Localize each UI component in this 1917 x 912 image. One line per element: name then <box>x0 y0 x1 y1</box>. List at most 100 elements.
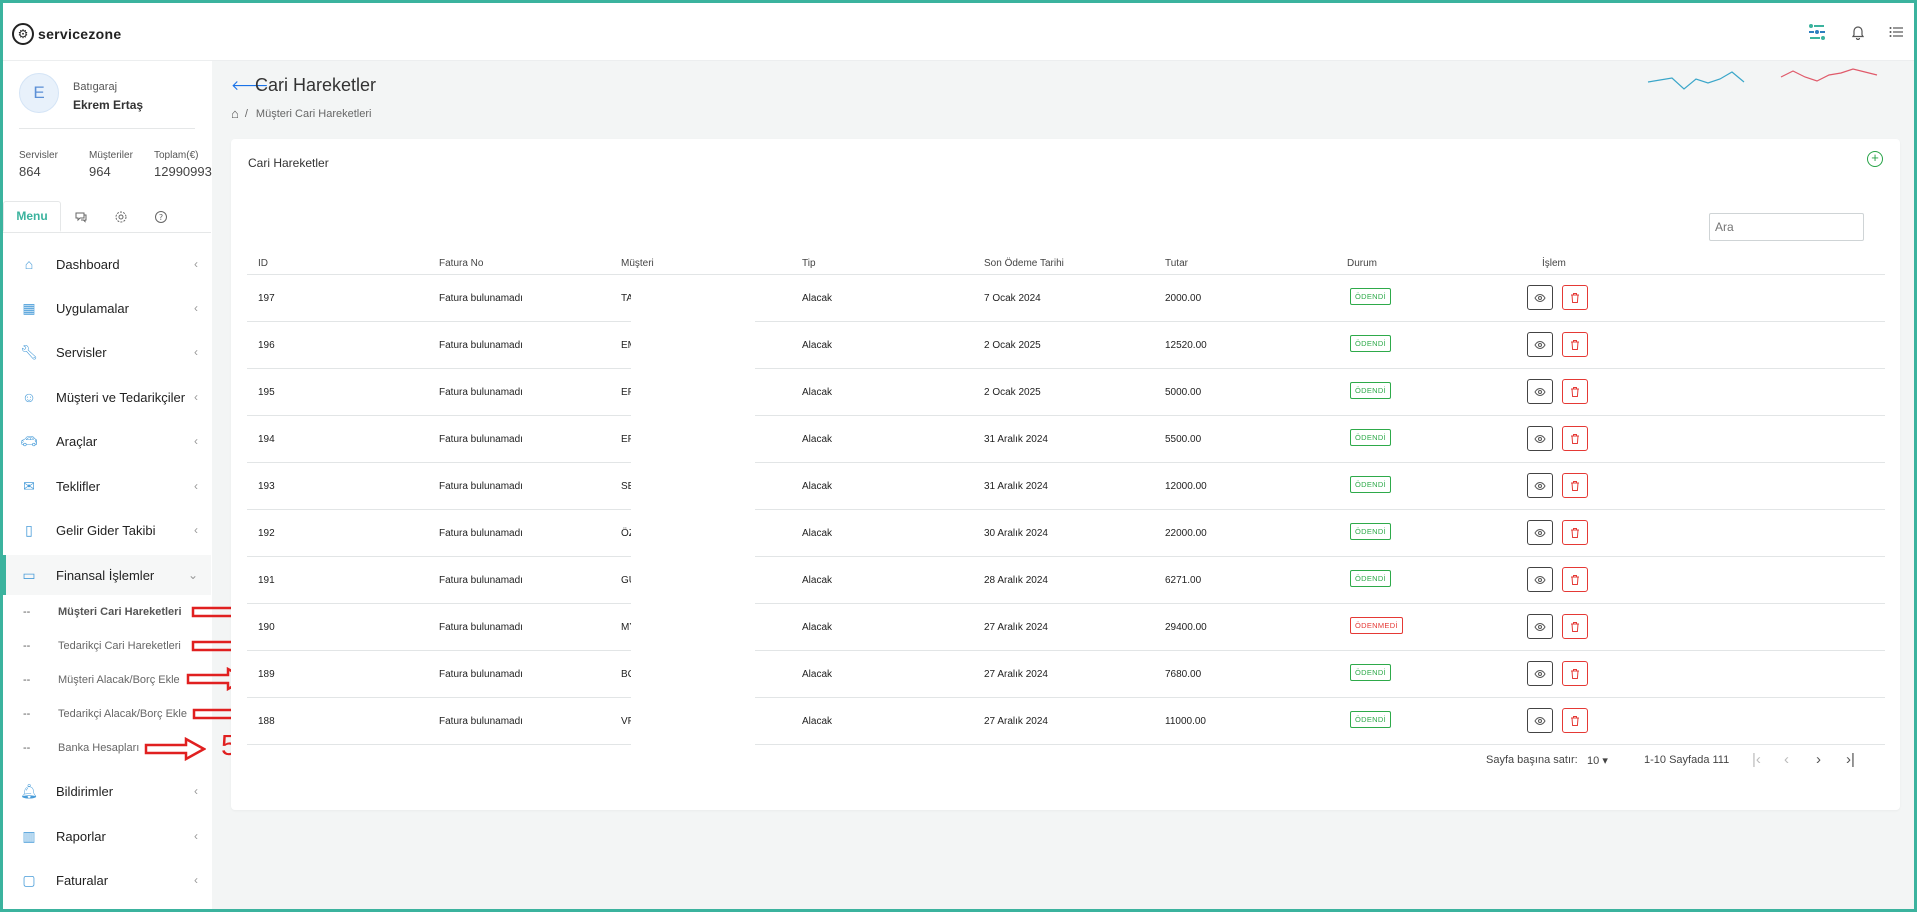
view-button[interactable] <box>1527 332 1553 357</box>
delete-button[interactable] <box>1562 473 1588 498</box>
eye-icon <box>1534 575 1546 584</box>
table-row[interactable]: 188 Fatura bulunamadı VF Alacak 27 Aralık 20… <box>247 698 1885 745</box>
tab-chat[interactable] <box>61 201 101 232</box>
cell-tutar: 5500.00 <box>1165 434 1202 445</box>
view-button[interactable] <box>1527 567 1553 592</box>
sidebar-item-dashboard[interactable]: ⌂ Dashboard ‹ <box>3 244 211 284</box>
view-button[interactable] <box>1527 614 1553 639</box>
status-badge: ÖDENDİ <box>1350 523 1391 540</box>
prev-page-button[interactable]: ‹ <box>1784 751 1789 768</box>
sidebar-subitem-tedarikci-cari[interactable]: -- Tedarikçi Cari Hareketleri <box>3 633 211 659</box>
eye-icon <box>1534 293 1546 302</box>
sidebar-item-musteri-tedarikci[interactable]: ☺ Müşteri ve Tedarikçiler ‹ <box>3 377 211 417</box>
table-row[interactable]: 195 Fatura bulunamadı EF Alacak 2 Ocak 2025 5… <box>247 369 1885 416</box>
avatar[interactable]: E <box>19 73 59 113</box>
view-button[interactable] <box>1527 473 1553 498</box>
header-son-odeme[interactable]: Son Ödeme Tarihi <box>984 258 1064 269</box>
header-musteri[interactable]: Müşteri <box>621 258 654 269</box>
sidebar-item-faturalar[interactable]: ▢ Faturalar ‹ <box>3 860 211 900</box>
logo[interactable]: ⚙ servicezone <box>12 23 121 45</box>
search-input[interactable] <box>1709 213 1864 241</box>
view-button[interactable] <box>1527 708 1553 733</box>
bell-icon[interactable] <box>1850 24 1866 45</box>
status-badge: ÖDENDİ <box>1350 711 1391 728</box>
sub-dash: -- <box>23 674 31 686</box>
sidebar-subitem-musteri-alacak-borc[interactable]: -- Müşteri Alacak/Borç Ekle <box>3 667 211 693</box>
stat-toplam: Toplam(€) 12990993 <box>154 150 212 179</box>
sidebar-subitem-tedarikci-alacak-borc[interactable]: -- Tedarikçi Alacak/Borç Ekle <box>3 701 211 727</box>
sub-dash: -- <box>23 708 31 720</box>
header-tip[interactable]: Tip <box>802 258 816 269</box>
sidebar-item-label: Finansal İşlemler <box>56 567 155 583</box>
last-page-button[interactable]: ›| <box>1846 751 1855 768</box>
rows-per-page-label: Sayfa başına satır: <box>1486 754 1578 766</box>
caret-down-icon: ▾ <box>1602 755 1608 767</box>
sidebar-item-servisler[interactable]: 🔧︎ Servisler ‹ <box>3 332 211 372</box>
view-button[interactable] <box>1527 661 1553 686</box>
cell-fatura-no: Fatura bulunamadı <box>439 340 523 351</box>
sidebar-item-teklifler[interactable]: ✉ Teklifler ‹ <box>3 466 211 506</box>
sidebar-item-bildirimler[interactable]: 🔔︎ Bildirimler ‹ <box>3 771 211 811</box>
cell-tutar: 11000.00 <box>1165 716 1206 727</box>
view-button[interactable] <box>1527 520 1553 545</box>
tab-help[interactable]: ? <box>141 201 181 232</box>
view-button[interactable] <box>1527 426 1553 451</box>
cell-id: 191 <box>258 575 275 586</box>
status-badge: ÖDENDİ <box>1350 664 1391 681</box>
sidebar-item-label: Araçlar <box>56 433 98 449</box>
delete-button[interactable] <box>1562 285 1588 310</box>
eye-icon <box>1534 669 1546 678</box>
first-page-button[interactable]: |‹ <box>1752 751 1761 768</box>
delete-button[interactable] <box>1562 520 1588 545</box>
header-durum[interactable]: Durum <box>1347 258 1377 269</box>
sidebar-item-gelir-gider[interactable]: ▯ Gelir Gider Takibi ‹ <box>3 510 211 550</box>
header-tutar[interactable]: Tutar <box>1165 258 1188 269</box>
mail-icon: ✉ <box>23 477 35 494</box>
list-icon[interactable] <box>1888 24 1904 45</box>
tab-settings[interactable] <box>101 201 141 232</box>
next-page-button[interactable]: › <box>1816 751 1821 768</box>
delete-button[interactable] <box>1562 379 1588 404</box>
delete-button[interactable] <box>1562 614 1588 639</box>
sidebar-item-raporlar[interactable]: ▥ Raporlar ‹ <box>3 816 211 856</box>
delete-button[interactable] <box>1562 567 1588 592</box>
breadcrumb-separator: / <box>244 107 248 120</box>
table-row[interactable]: 193 Fatura bulunamadı SE Alacak 31 Aralık 20… <box>247 463 1885 510</box>
delete-button[interactable] <box>1562 426 1588 451</box>
table-row[interactable]: 190 Fatura bulunamadı MY Alacak 27 Aralık 20… <box>247 604 1885 651</box>
table-row[interactable]: 197 Fatura bulunamadı TA Alacak 7 Ocak 2024 2… <box>247 275 1885 322</box>
svg-text:?: ? <box>159 213 163 222</box>
delete-button[interactable] <box>1562 708 1588 733</box>
cell-id: 197 <box>258 293 275 304</box>
sidebar-item-uygulamalar[interactable]: ▦ Uygulamalar ‹ <box>3 288 211 328</box>
stat-label: Servisler <box>19 150 58 161</box>
header-id[interactable]: ID <box>258 258 268 269</box>
card-title: Cari Hareketler <box>248 156 329 170</box>
view-button[interactable] <box>1527 379 1553 404</box>
sidebar-item-finansal-islemler[interactable]: ▭ Finansal İşlemler ⌄ <box>3 555 211 595</box>
cell-son-odeme: 27 Aralık 2024 <box>984 716 1048 727</box>
apps-icon[interactable] <box>1806 21 1828 48</box>
rows-per-page-select[interactable]: 10 ▾ <box>1587 754 1608 767</box>
header-fatura-no[interactable]: Fatura No <box>439 258 483 269</box>
table-row[interactable]: 189 Fatura bulunamadı BC Alacak 27 Aralık 20… <box>247 651 1885 698</box>
add-button[interactable]: + <box>1867 151 1883 167</box>
cell-son-odeme: 2 Ocak 2025 <box>984 340 1041 351</box>
redaction-cover <box>631 604 755 651</box>
sidebar-item-araclar[interactable]: 🚗︎ Araçlar ‹ <box>3 421 211 461</box>
delete-button[interactable] <box>1562 332 1588 357</box>
sidebar-subitem-musteri-cari[interactable]: -- Müşteri Cari Hareketleri <box>3 599 211 625</box>
cell-tutar: 12520.00 <box>1165 340 1207 351</box>
view-button[interactable] <box>1527 285 1553 310</box>
delete-button[interactable] <box>1562 661 1588 686</box>
gear-icon <box>115 211 127 222</box>
cell-son-odeme: 7 Ocak 2024 <box>984 293 1041 304</box>
table-row[interactable]: 196 Fatura bulunamadı EM Alacak 2 Ocak 2025 1… <box>247 322 1885 369</box>
tab-menu[interactable]: Menu <box>3 201 61 232</box>
cell-id: 196 <box>258 340 275 351</box>
table-row[interactable]: 191 Fatura bulunamadı GÜ Alacak 28 Aralık 20… <box>247 557 1885 604</box>
table-row[interactable]: 194 Fatura bulunamadı EF Alacak 31 Aralık 20… <box>247 416 1885 463</box>
table-row[interactable]: 192 Fatura bulunamadı ÖZ Alacak 30 Aralık 20… <box>247 510 1885 557</box>
chevron-left-icon: ‹ <box>194 301 198 315</box>
home-icon[interactable]: ⌂ <box>231 106 239 121</box>
